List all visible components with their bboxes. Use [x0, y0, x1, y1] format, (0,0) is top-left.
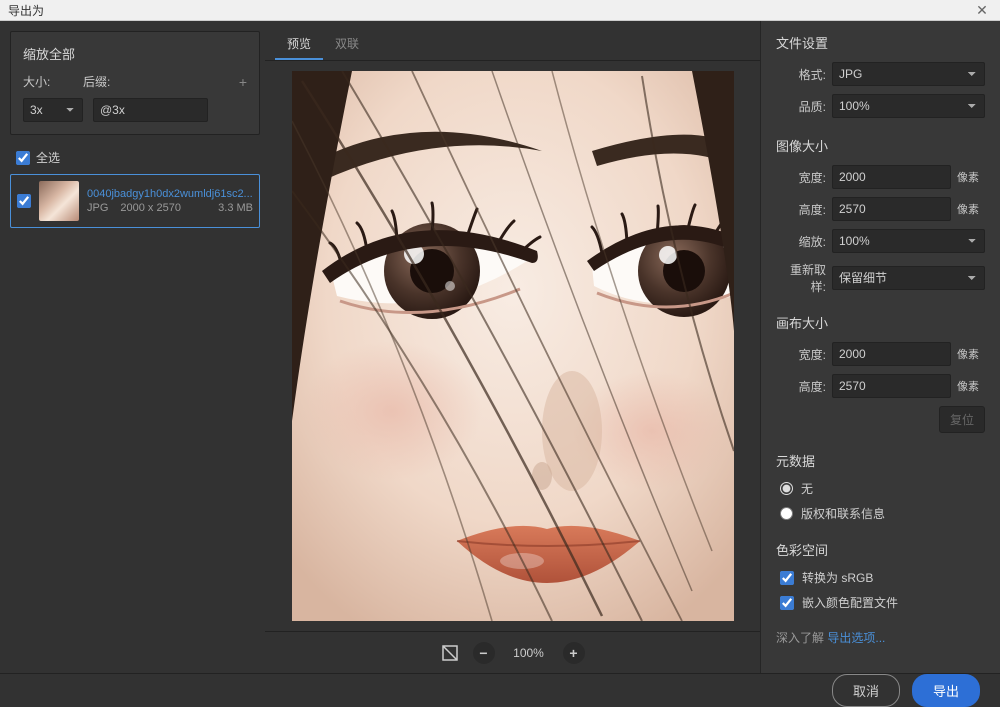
image-size-section: 图像大小 宽度: 像素 高度: 像素 缩放: 100% 重新取样: 保: [776, 136, 985, 295]
close-icon[interactable]: ✕: [972, 0, 992, 20]
quality-label: 品质:: [776, 98, 826, 115]
asset-filesize: 3.3 MB: [218, 202, 253, 214]
metadata-section: 元数据 无 版权和联系信息: [776, 451, 985, 522]
asset-info: 0040jbadgy1h0dx2wumldj61sc2... JPG 2000 …: [87, 188, 253, 214]
img-height-unit: 像素: [957, 201, 985, 217]
img-height-label: 高度:: [776, 201, 826, 218]
zoom-toolbar: − 100% +: [265, 631, 760, 673]
quality-select[interactable]: 100%: [832, 94, 985, 118]
canvas-width-input[interactable]: [832, 342, 951, 366]
metadata-title: 元数据: [776, 451, 985, 470]
img-width-input[interactable]: [832, 165, 951, 189]
preview-area: [265, 61, 760, 631]
img-scale-label: 缩放:: [776, 233, 826, 250]
learn-more-link[interactable]: 导出选项...: [827, 631, 885, 645]
tab-dual[interactable]: 双联: [323, 29, 371, 60]
asset-thumbnail: [39, 181, 79, 221]
convert-srgb-checkbox[interactable]: [780, 571, 794, 585]
asset-format: JPG: [87, 202, 108, 214]
color-space-section: 色彩空间 转换为 sRGB 嵌入颜色配置文件: [776, 540, 985, 611]
img-scale-select[interactable]: 100%: [832, 229, 985, 253]
asset-checkbox[interactable]: [17, 194, 31, 208]
select-all-checkbox[interactable]: [16, 151, 30, 165]
image-size-title: 图像大小: [776, 136, 985, 155]
select-all-row: 全选: [10, 149, 260, 166]
titlebar: 导出为 ✕: [0, 0, 1000, 21]
canvas-height-label: 高度:: [776, 378, 826, 395]
file-settings-title: 文件设置: [776, 33, 985, 52]
canvas-height-unit: 像素: [957, 378, 985, 394]
export-dialog: 导出为 ✕ 缩放全部 大小: 后缀: + 3x: [0, 0, 1000, 664]
cancel-button[interactable]: 取消: [832, 674, 900, 707]
canvas-width-label: 宽度:: [776, 346, 826, 363]
asset-item[interactable]: 0040jbadgy1h0dx2wumldj61sc2... JPG 2000 …: [10, 174, 260, 228]
embed-profile-checkbox[interactable]: [780, 596, 794, 610]
format-select[interactable]: JPG: [832, 62, 985, 86]
fit-screen-icon[interactable]: [441, 644, 459, 662]
img-width-unit: 像素: [957, 169, 985, 185]
center-panel: 预览 双联: [265, 21, 760, 673]
canvas-size-section: 画布大小 宽度: 像素 高度: 像素 复位: [776, 313, 985, 433]
asset-meta: JPG 2000 x 2570 3.3 MB: [87, 202, 253, 214]
canvas-height-input[interactable]: [832, 374, 951, 398]
tab-preview[interactable]: 预览: [275, 29, 323, 60]
zoom-out-icon[interactable]: −: [473, 642, 495, 664]
right-panel: 文件设置 格式: JPG 品质: 100% 图像大小 宽度: 像素: [760, 21, 1000, 673]
embed-profile-label: 嵌入颜色配置文件: [802, 594, 898, 611]
suffix-input[interactable]: [93, 98, 208, 122]
add-scale-icon[interactable]: +: [239, 74, 247, 90]
learn-more: 深入了解 导出选项...: [776, 629, 985, 646]
preview-tabs: 预览 双联: [265, 21, 760, 61]
dialog-title: 导出为: [8, 2, 972, 19]
resample-select[interactable]: 保留细节: [832, 266, 985, 290]
resample-label: 重新取样:: [776, 261, 826, 295]
dialog-footer: 取消 导出: [0, 673, 1000, 707]
scale-inputs-row: 3x: [23, 98, 247, 122]
canvas-size-title: 画布大小: [776, 313, 985, 332]
suffix-label: 后缀:: [83, 73, 133, 90]
scale-all-section: 缩放全部 大小: 后缀: + 3x: [10, 31, 260, 135]
preview-image[interactable]: [292, 71, 734, 621]
asset-dimensions: 2000 x 2570: [120, 202, 181, 214]
color-space-title: 色彩空间: [776, 540, 985, 559]
file-settings-section: 文件设置 格式: JPG 品质: 100%: [776, 33, 985, 118]
convert-srgb-label: 转换为 sRGB: [802, 569, 873, 586]
size-select[interactable]: 3x: [23, 98, 83, 122]
format-label: 格式:: [776, 66, 826, 83]
canvas-width-unit: 像素: [957, 346, 985, 362]
metadata-copyright-radio[interactable]: [780, 507, 793, 520]
metadata-none-radio[interactable]: [780, 482, 793, 495]
zoom-percentage: 100%: [509, 646, 549, 660]
select-all-label: 全选: [36, 149, 60, 166]
zoom-in-icon[interactable]: +: [563, 642, 585, 664]
reset-button[interactable]: 复位: [939, 406, 985, 433]
export-button[interactable]: 导出: [912, 674, 980, 707]
dialog-body: 缩放全部 大小: 后缀: + 3x 全选: [0, 21, 1000, 673]
metadata-copyright-label: 版权和联系信息: [801, 505, 885, 522]
scale-labels-row: 大小: 后缀: +: [23, 73, 247, 90]
asset-name: 0040jbadgy1h0dx2wumldj61sc2...: [87, 188, 253, 200]
learn-more-text: 深入了解: [776, 631, 824, 645]
scale-all-title: 缩放全部: [23, 44, 247, 63]
metadata-none-label: 无: [801, 480, 813, 497]
left-panel: 缩放全部 大小: 后缀: + 3x 全选: [0, 21, 265, 673]
img-width-label: 宽度:: [776, 169, 826, 186]
img-height-input[interactable]: [832, 197, 951, 221]
size-label: 大小:: [23, 73, 73, 90]
